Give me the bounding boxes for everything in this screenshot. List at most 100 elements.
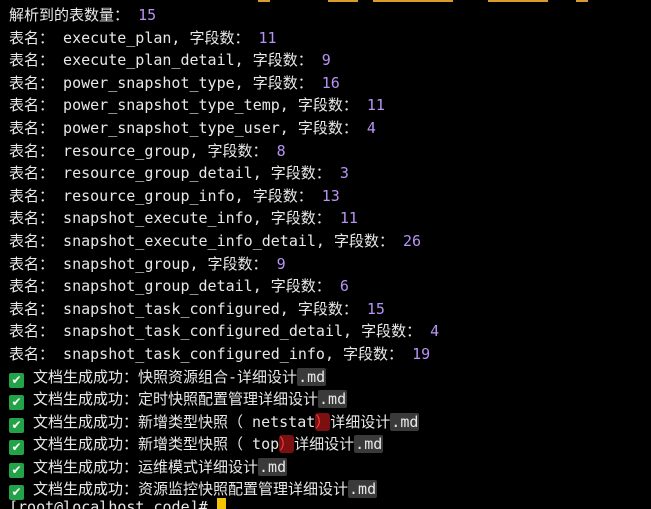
field-count: 16 xyxy=(321,73,340,92)
prompt-text: [root@localhost code]# xyxy=(9,498,217,509)
table-line: 表名： power_snapshot_type, 字段数： 16 xyxy=(9,73,340,92)
table-prefix: 表名： xyxy=(9,73,55,92)
table-name: execute_plan xyxy=(63,28,172,47)
table-prefix: 表名： xyxy=(9,28,55,47)
doc-name: 新增类型快照（ top xyxy=(138,435,280,454)
field-count: 13 xyxy=(321,186,340,205)
table-prefix: 表名： xyxy=(9,322,55,341)
doc-extension: .md xyxy=(258,457,288,476)
closing-paren: ） xyxy=(315,412,331,431)
table-prefix: 表名： xyxy=(9,254,55,273)
field-count: 9 xyxy=(276,254,286,273)
doc-extension: .md xyxy=(390,412,420,431)
table-name: execute_plan_detail xyxy=(63,51,235,70)
table-name: snapshot_task_configured_detail xyxy=(63,322,344,341)
table-line: 表名： snapshot_task_configured, 字段数： 15 xyxy=(9,299,385,318)
table-prefix: 表名： xyxy=(9,186,55,205)
doc-success-line: ✔ 文档生成成功：新增类型快照（ netstat）详细设计.md xyxy=(9,411,651,434)
table-line: 表名： snapshot_task_configured_info, 字段数： … xyxy=(9,344,431,363)
success-prefix: 文档生成成功： xyxy=(33,367,139,386)
table-line: 表名： snapshot_group, 字段数： 9 xyxy=(9,254,286,273)
field-count-label: 字段数： xyxy=(207,141,268,160)
field-count-label: 字段数： xyxy=(270,277,331,296)
field-count: 9 xyxy=(321,51,331,70)
table-prefix: 表名： xyxy=(9,141,55,160)
success-prefix: 文档生成成功： xyxy=(33,457,139,476)
table-line: 表名： resource_group_info, 字段数： 13 xyxy=(9,186,340,205)
field-count: 26 xyxy=(403,231,422,250)
field-count: 3 xyxy=(339,164,349,183)
field-count-label: 字段数： xyxy=(270,164,331,183)
table-prefix: 表名： xyxy=(9,209,55,228)
table-prefix: 表名： xyxy=(9,51,55,70)
table-prefix: 表名： xyxy=(9,299,55,318)
table-name: snapshot_execute_info xyxy=(63,209,253,228)
table-name: power_snapshot_type_user xyxy=(63,118,280,137)
field-count-label: 字段数： xyxy=(270,209,331,228)
field-count: 11 xyxy=(339,209,358,228)
doc-success-line: ✔ 文档生成成功：运维模式详细设计.md xyxy=(9,456,651,479)
table-name: resource_group_info xyxy=(63,186,235,205)
terminal-window[interactable]: 解析到的表数量： 15 表名： execute_plan, 字段数： 11 表名：… xyxy=(0,0,651,509)
field-count: 11 xyxy=(366,96,385,115)
check-mark-icon: ✔ xyxy=(9,417,24,433)
table-line: 表名： snapshot_execute_info, 字段数： 11 xyxy=(9,209,358,228)
field-count: 4 xyxy=(430,322,440,341)
table-prefix: 表名： xyxy=(9,164,55,183)
table-name: resource_group xyxy=(63,141,190,160)
table-name: power_snapshot_type xyxy=(63,73,235,92)
closing-paren: ） xyxy=(279,435,295,454)
table-line: 表名： resource_group_detail, 字段数： 3 xyxy=(9,164,349,183)
success-prefix: 文档生成成功： xyxy=(33,412,139,431)
check-mark-icon: ✔ xyxy=(9,372,24,388)
field-count-label: 字段数： xyxy=(252,186,313,205)
doc-success-line: ✔ 文档生成成功：新增类型快照（ top）详细设计.md xyxy=(9,433,651,456)
doc-extension: .md xyxy=(318,390,348,409)
doc-name: 定时快照配置管理详细设计 xyxy=(138,390,319,409)
field-count-label: 字段数： xyxy=(189,28,250,47)
table-line: 表名： snapshot_execute_info_detail, 字段数： 2… xyxy=(9,231,422,250)
field-count: 11 xyxy=(258,28,277,47)
table-line: 表名： snapshot_task_configured_detail, 字段数… xyxy=(9,322,440,341)
doc-extension: .md xyxy=(354,435,384,454)
table-line: 表名： snapshot_group_detail, 字段数： 6 xyxy=(9,277,349,296)
field-count-label: 字段数： xyxy=(297,299,358,318)
table-name: power_snapshot_type_temp xyxy=(63,96,280,115)
success-prefix: 文档生成成功： xyxy=(33,435,139,454)
field-count-label: 字段数： xyxy=(252,51,313,70)
terminal-output: 解析到的表数量： 15 表名： execute_plan, 字段数： 11 表名：… xyxy=(9,4,651,501)
table-line: 表名： resource_group, 字段数： 8 xyxy=(9,141,286,160)
summary-count: 15 xyxy=(138,6,157,24)
table-prefix: 表名： xyxy=(9,277,55,296)
table-prefix: 表名： xyxy=(9,231,55,250)
doc-name: 新增类型快照（ netstat xyxy=(138,412,316,431)
cursor xyxy=(216,498,226,509)
doc-name: 快照资源组合-详细设计 xyxy=(138,367,298,386)
field-count-label: 字段数： xyxy=(297,96,358,115)
table-name: snapshot_execute_info_detail xyxy=(63,231,316,250)
check-mark-icon: ✔ xyxy=(9,462,24,478)
table-line: 表名： power_snapshot_type_user, 字段数： 4 xyxy=(9,118,376,137)
summary-line: 解析到的表数量： 15 xyxy=(9,4,651,27)
field-count-label: 字段数： xyxy=(207,254,268,273)
summary-label: 解析到的表数量 xyxy=(9,6,115,24)
doc-extension: .md xyxy=(348,480,378,499)
table-line: 表名： power_snapshot_type_temp, 字段数： 11 xyxy=(9,96,385,115)
shell-prompt[interactable]: [root@localhost code]# xyxy=(9,496,226,509)
table-line: 表名： execute_plan_detail, 字段数： 9 xyxy=(9,51,331,70)
table-name: snapshot_group_detail xyxy=(63,277,253,296)
doc-success-line: ✔ 文档生成成功：快照资源组合-详细设计.md xyxy=(9,366,651,389)
table-name: snapshot_group xyxy=(63,254,190,273)
table-name: snapshot_task_configured xyxy=(63,299,280,318)
doc-name-suffix: 详细设计 xyxy=(330,412,391,431)
field-count: 8 xyxy=(276,141,286,160)
table-prefix: 表名： xyxy=(9,118,55,137)
doc-extension: .md xyxy=(297,367,327,386)
field-count: 4 xyxy=(366,118,376,137)
check-mark-icon: ✔ xyxy=(9,395,24,411)
table-prefix: 表名： xyxy=(9,96,55,115)
field-count-label: 字段数： xyxy=(333,231,394,250)
table-line: 表名： execute_plan, 字段数： 11 xyxy=(9,28,277,47)
summary-colon: ： xyxy=(114,6,130,24)
tab-strip-highlight xyxy=(258,0,588,2)
